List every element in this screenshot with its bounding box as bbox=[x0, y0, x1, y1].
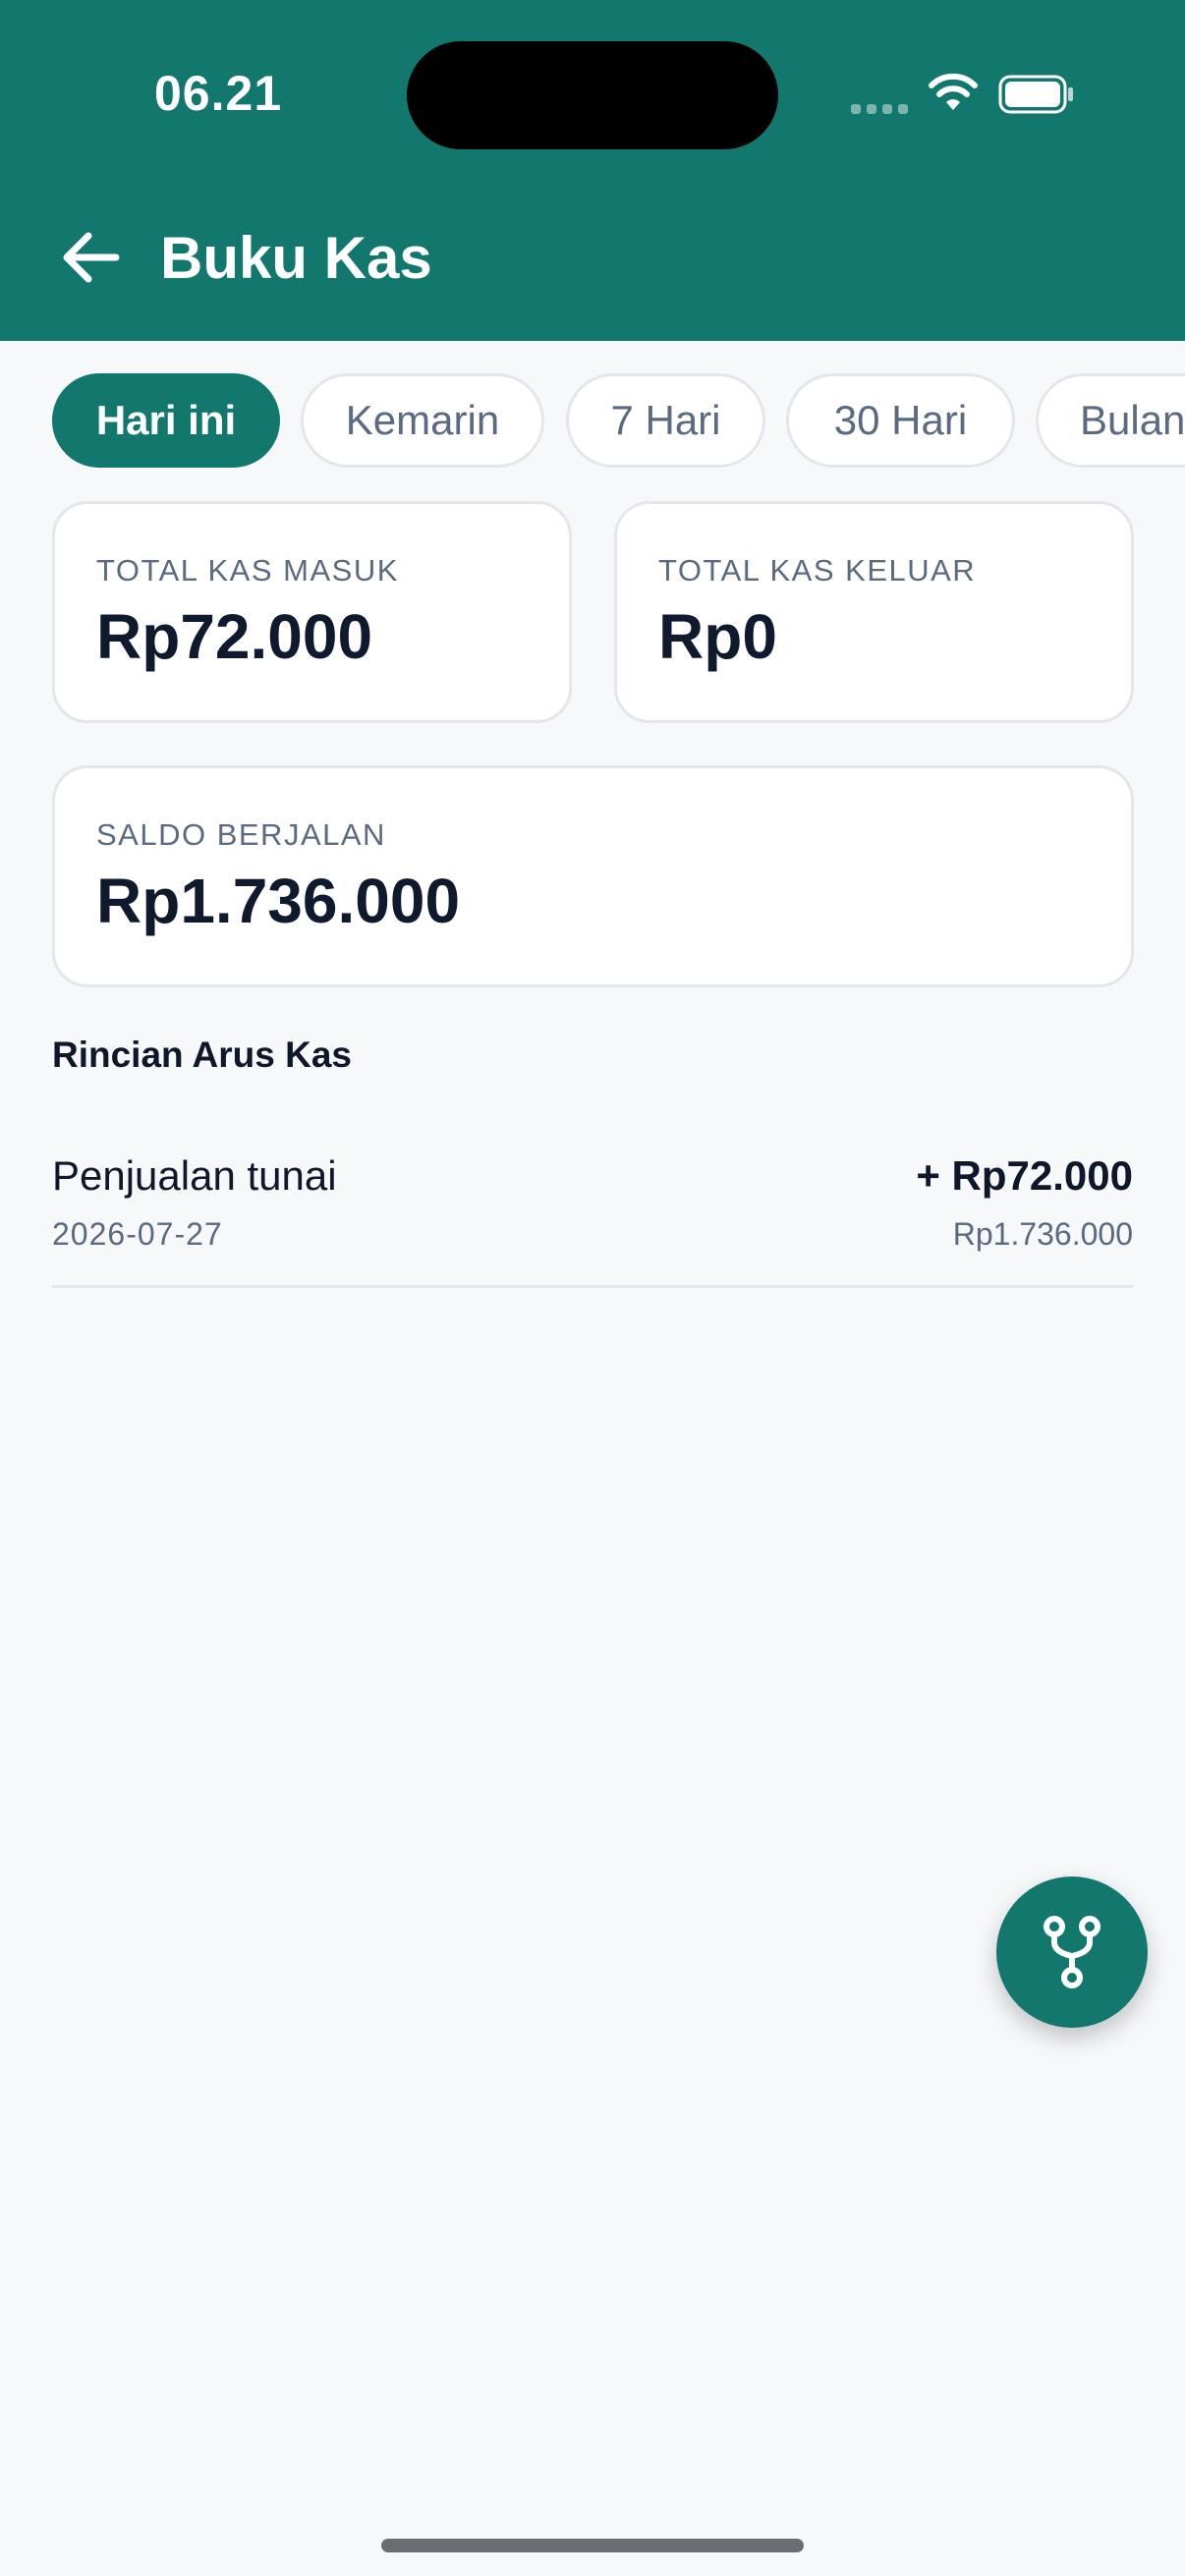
cash-in-card: TOTAL KAS MASUK Rp72.000 bbox=[52, 501, 572, 723]
transaction-date: 2026-07-27 bbox=[52, 1216, 223, 1252]
cash-in-label: TOTAL KAS MASUK bbox=[96, 553, 399, 588]
status-time: 06.21 bbox=[154, 66, 283, 121]
battery-icon bbox=[998, 75, 1073, 114]
balance-value: Rp1.736.000 bbox=[96, 866, 461, 936]
transaction-title: Penjualan tunai bbox=[52, 1152, 337, 1199]
back-button[interactable] bbox=[55, 222, 126, 293]
arrow-left-icon bbox=[63, 232, 120, 283]
cash-in-value: Rp72.000 bbox=[96, 601, 373, 672]
cash-out-card: TOTAL KAS KELUAR Rp0 bbox=[614, 501, 1134, 723]
balance-card: SALDO BERJALAN Rp1.736.000 bbox=[52, 765, 1134, 987]
filter-chip-today[interactable]: Hari ini bbox=[52, 373, 280, 468]
transaction-balance: Rp1.736.000 bbox=[952, 1216, 1133, 1252]
page-title: Buku Kas bbox=[160, 225, 432, 291]
section-title: Rincian Arus Kas bbox=[52, 1035, 352, 1075]
period-filter: Hari ini Kemarin 7 Hari 30 Hari Bulan bbox=[0, 373, 1185, 472]
cash-out-label: TOTAL KAS KELUAR bbox=[658, 553, 977, 588]
filter-chip-7-days[interactable]: 7 Hari bbox=[566, 373, 765, 468]
floating-action-button[interactable] bbox=[996, 1876, 1148, 2028]
balance-label: SALDO BERJALAN bbox=[96, 817, 386, 852]
filter-chip-30-days[interactable]: 30 Hari bbox=[786, 373, 1015, 468]
wifi-icon bbox=[929, 73, 978, 110]
home-indicator bbox=[381, 2539, 804, 2552]
filter-chip-month[interactable]: Bulan bbox=[1036, 373, 1185, 468]
dynamic-island bbox=[407, 41, 778, 149]
app-header: 06.21 Buku Kas bbox=[0, 0, 1185, 341]
filter-chip-yesterday[interactable]: Kemarin bbox=[301, 373, 544, 468]
list-item[interactable]: Penjualan tunai 2026-07-27 + Rp72.000 Rp… bbox=[52, 1130, 1133, 1288]
fork-icon bbox=[1044, 1916, 1100, 1988]
cash-out-value: Rp0 bbox=[658, 601, 777, 672]
signal-icon bbox=[851, 104, 910, 114]
transaction-amount: + Rp72.000 bbox=[916, 1152, 1133, 1199]
